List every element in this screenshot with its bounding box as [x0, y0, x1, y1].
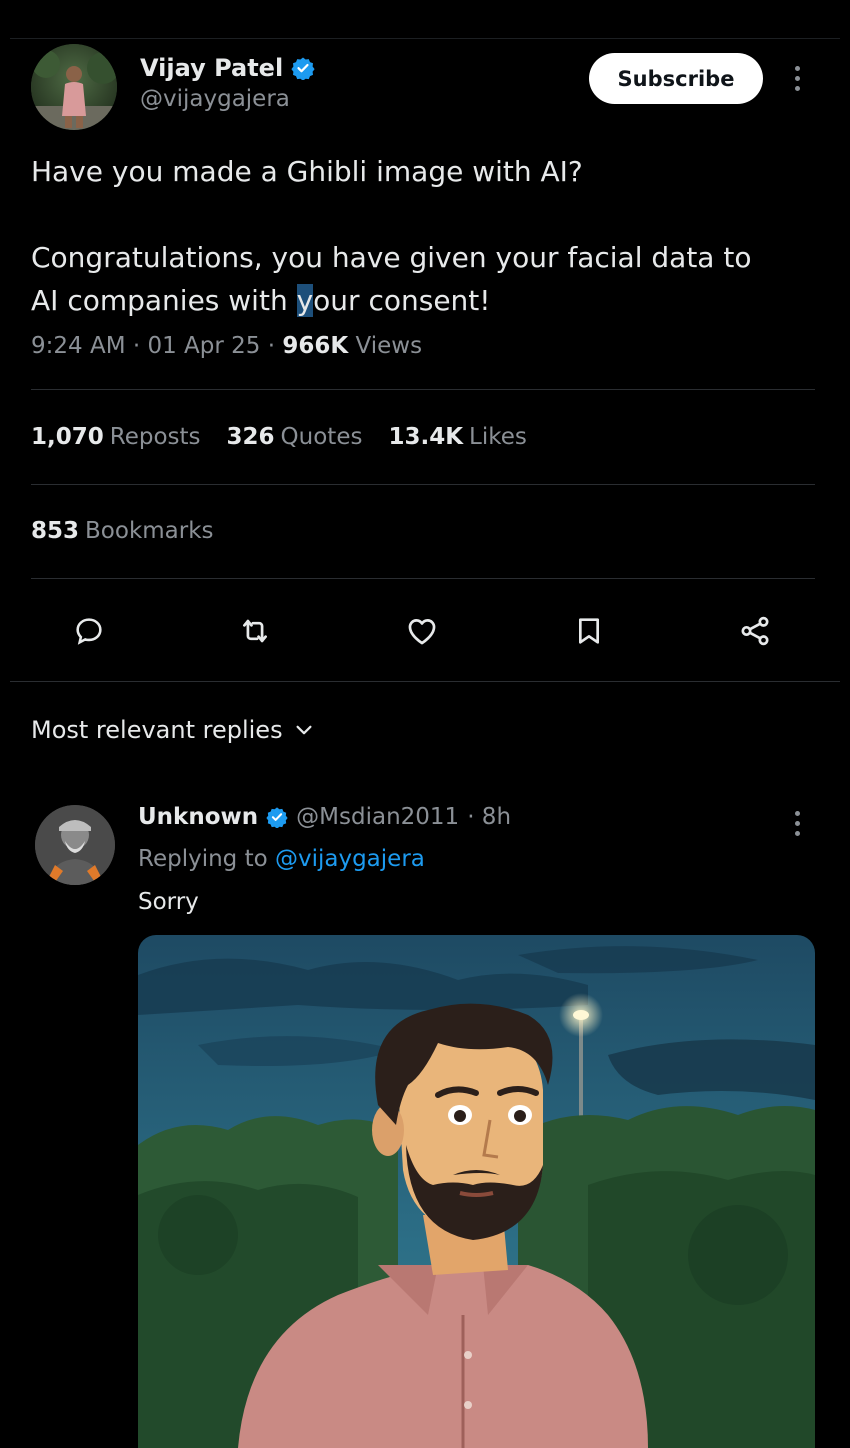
- tweet-text-line: AI companies with your consent!: [31, 284, 491, 317]
- tweet-text-line: Congratulations, you have given your fac…: [31, 241, 752, 274]
- reply-media-image[interactable]: [138, 935, 815, 1448]
- reply-header: Unknown @Msdian2011 · 8h: [138, 804, 511, 830]
- reply-icon[interactable]: [66, 608, 112, 654]
- reply-author-name[interactable]: Unknown: [138, 804, 258, 830]
- share-icon[interactable]: [732, 608, 778, 654]
- chevron-down-icon: [296, 725, 312, 735]
- bookmarks-stat[interactable]: 853 Bookmarks: [31, 518, 214, 544]
- replying-to-mention[interactable]: @vijaygajera: [275, 846, 425, 872]
- bookmark-icon[interactable]: [566, 608, 612, 654]
- author-name-row[interactable]: Vijay Patel: [140, 54, 315, 82]
- reposts-stat[interactable]: 1,070 Reposts: [31, 424, 201, 450]
- verified-badge-icon: [291, 57, 315, 80]
- repost-icon[interactable]: [232, 608, 278, 654]
- views-count[interactable]: 966K: [282, 333, 348, 359]
- author-name: Vijay Patel: [140, 54, 284, 82]
- reply-text: Sorry: [138, 889, 199, 915]
- tweet-header: Vijay Patel @vijaygajera Subscribe: [0, 0, 850, 140]
- author-avatar[interactable]: [31, 44, 117, 130]
- replying-to: Replying to @vijaygajera: [138, 846, 425, 872]
- text-cursor-selection: y: [296, 284, 314, 317]
- reply-author-handle[interactable]: @Msdian2011: [296, 804, 459, 830]
- author-handle[interactable]: @vijaygajera: [140, 86, 315, 112]
- quotes-stat[interactable]: 326 Quotes: [227, 424, 363, 450]
- reply-time: · 8h: [467, 804, 512, 830]
- reply-more-options-icon[interactable]: [787, 803, 807, 843]
- subscribe-button[interactable]: Subscribe: [589, 53, 763, 104]
- replies-sort-label: Most relevant replies: [31, 716, 283, 744]
- divider: [31, 389, 815, 390]
- more-options-icon[interactable]: [787, 58, 807, 98]
- likes-stat[interactable]: 13.4K Likes: [388, 424, 526, 450]
- engagement-stats: 1,070 Reposts 326 Quotes 13.4K Likes: [31, 424, 527, 450]
- tweet-text-line: Have you made a Ghibli image with AI?: [31, 155, 583, 188]
- reply-author-avatar[interactable]: [35, 805, 115, 885]
- divider: [10, 681, 840, 682]
- tweet-meta: 9:24 AM · 01 Apr 25 · 966K Views: [31, 333, 423, 359]
- tweet-text: Have you made a Ghibli image with AI? Co…: [31, 150, 821, 322]
- tweet-action-bar: [0, 608, 850, 656]
- like-icon[interactable]: [399, 608, 445, 654]
- divider: [31, 578, 815, 579]
- tweet-time[interactable]: 9:24 AM: [31, 333, 126, 359]
- tweet-date[interactable]: 01 Apr 25: [147, 333, 260, 359]
- replies-sort-dropdown[interactable]: Most relevant replies: [31, 716, 315, 744]
- divider: [31, 484, 815, 485]
- views-label: Views: [355, 333, 423, 359]
- verified-badge-icon: [266, 807, 288, 828]
- author-info: Vijay Patel @vijaygajera: [140, 54, 315, 112]
